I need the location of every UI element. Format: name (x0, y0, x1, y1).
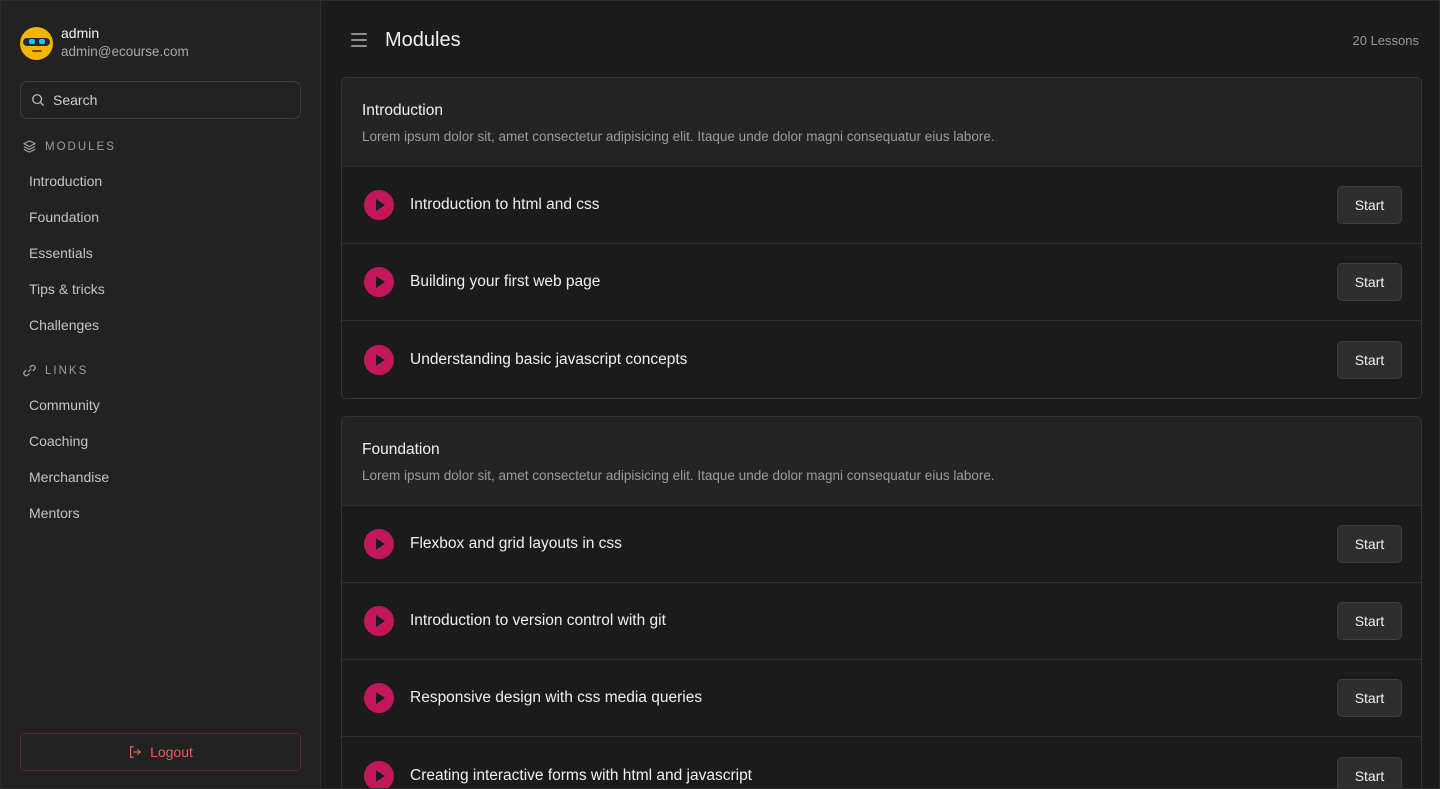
start-button[interactable]: Start (1337, 679, 1402, 717)
lesson-title: Responsive design with css media queries (410, 689, 703, 706)
sidebar-item-foundation[interactable]: Foundation (29, 208, 99, 226)
lesson-title: Understanding basic javascript concepts (410, 350, 688, 368)
user-name: admin (61, 25, 100, 41)
app-window: admin admin@ecourse.com Search MODULES I… (0, 0, 1440, 789)
lesson-row: Introduction to version control with git… (342, 583, 1421, 660)
menu-icon[interactable] (351, 33, 367, 47)
module-description: Lorem ipsum dolor sit, amet consectetur … (362, 129, 995, 144)
lesson-row: Responsive design with css media queries… (342, 660, 1421, 737)
sidebar: admin admin@ecourse.com Search MODULES I… (1, 1, 321, 788)
search-input[interactable]: Search (20, 81, 301, 119)
start-button[interactable]: Start (1337, 756, 1402, 788)
lesson-row: Flexbox and grid layouts in css Start (342, 506, 1421, 583)
play-icon[interactable] (364, 190, 394, 220)
start-button[interactable]: Start (1337, 525, 1402, 563)
lesson-title: Creating interactive forms with html and… (410, 766, 752, 784)
logout-icon (130, 746, 141, 758)
module-description: Lorem ipsum dolor sit, amet consectetur … (362, 468, 995, 483)
user-email: admin@ecourse.com (61, 44, 189, 59)
page-title: Modules (385, 29, 461, 51)
lesson-row: Creating interactive forms with html and… (342, 737, 1421, 788)
module-card-foundation: Foundation Lorem ipsum dolor sit, amet c… (341, 416, 1422, 788)
module-title: Foundation (362, 441, 440, 458)
sidebar-item-tips-tricks[interactable]: Tips & tricks (29, 280, 105, 298)
lesson-row: Introduction to html and css Start (342, 167, 1421, 244)
sidebar-item-merchandise[interactable]: Merchandise (29, 468, 109, 486)
lesson-row: Understanding basic javascript concepts … (342, 321, 1421, 398)
play-icon[interactable] (364, 344, 394, 375)
lesson-title: Introduction to html and css (410, 196, 600, 213)
module-title: Introduction (362, 102, 443, 119)
modules-heading: MODULES (22, 139, 116, 154)
links-heading: LINKS (22, 363, 88, 378)
play-icon[interactable] (364, 683, 394, 713)
sidebar-item-introduction[interactable]: Introduction (29, 172, 102, 190)
lesson-row: Building your first web page Start (342, 244, 1421, 321)
module-header: Foundation Lorem ipsum dolor sit, amet c… (342, 417, 1421, 506)
lesson-title: Flexbox and grid layouts in css (410, 535, 622, 552)
play-icon[interactable] (364, 267, 394, 297)
play-icon[interactable] (364, 606, 394, 636)
topbar: Modules 20 Lessons (321, 1, 1439, 77)
sidebar-item-essentials[interactable]: Essentials (29, 244, 93, 262)
module-header: Introduction Lorem ipsum dolor sit, amet… (342, 78, 1421, 167)
play-icon[interactable] (364, 760, 394, 788)
start-button[interactable]: Start (1337, 263, 1402, 301)
layers-icon (23, 140, 36, 153)
start-button[interactable]: Start (1337, 602, 1402, 640)
link-icon (23, 364, 36, 377)
avatar (20, 26, 53, 60)
sidebar-item-community[interactable]: Community (29, 396, 100, 414)
sidebar-item-mentors[interactable]: Mentors (29, 504, 80, 522)
sidebar-item-coaching[interactable]: Coaching (29, 432, 88, 450)
logout-button[interactable]: Logout (20, 733, 301, 771)
play-icon[interactable] (364, 529, 394, 559)
lesson-title: Introduction to version control with git (410, 612, 666, 629)
sidebar-item-challenges[interactable]: Challenges (29, 316, 99, 334)
search-icon (32, 94, 45, 107)
start-button[interactable]: Start (1337, 186, 1402, 224)
search-placeholder: Search (53, 92, 98, 108)
user-profile[interactable]: admin admin@ecourse.com (20, 24, 189, 62)
module-card-introduction: Introduction Lorem ipsum dolor sit, amet… (341, 77, 1422, 399)
main-content: Modules 20 Lessons Introduction Lorem ip… (321, 1, 1439, 788)
lesson-title: Building your first web page (410, 273, 601, 290)
start-button[interactable]: Start (1337, 340, 1402, 379)
lessons-count: 20 Lessons (1352, 33, 1420, 48)
